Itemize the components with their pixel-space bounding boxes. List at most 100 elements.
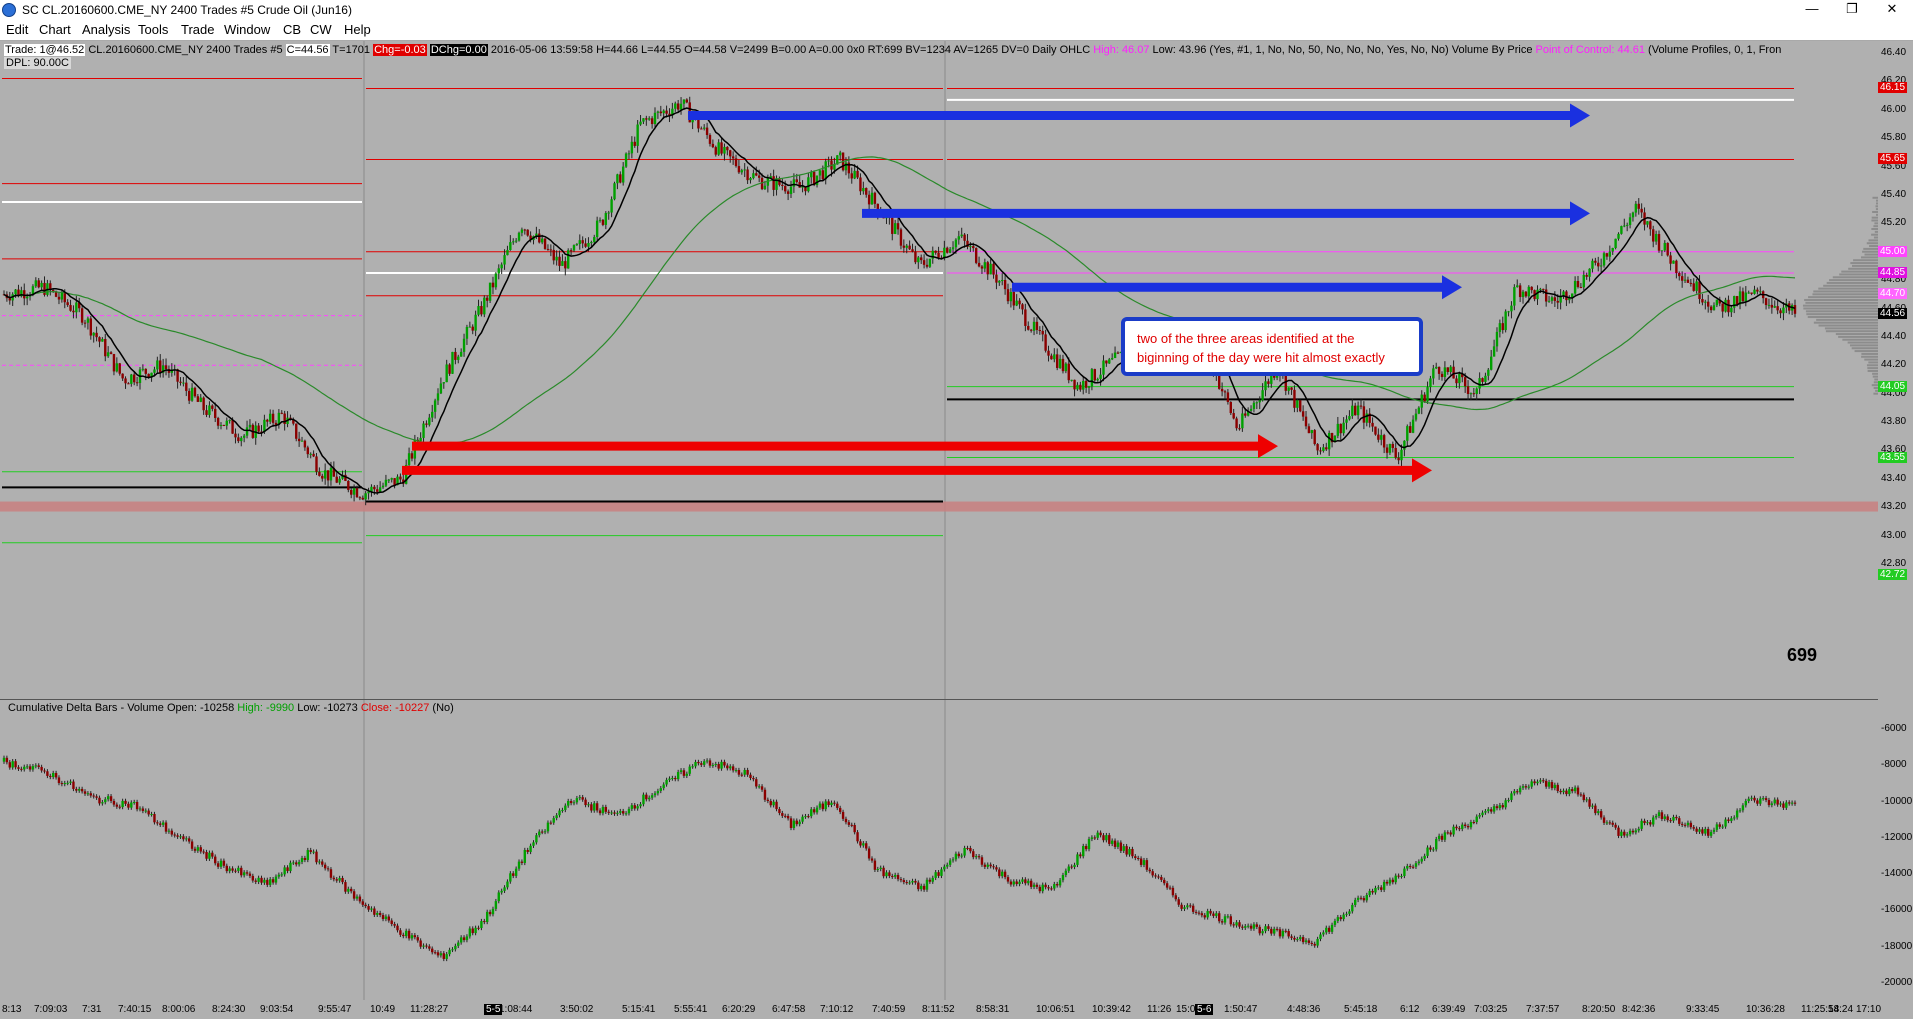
delta-bar-down: [708, 760, 712, 766]
delta-bar-down: [222, 860, 226, 866]
dchange-readout: DChg=0.00: [429, 44, 488, 56]
delta-bar-up: [465, 936, 469, 941]
minimize-button[interactable]: —: [1792, 0, 1832, 20]
delta-bar-up: [1330, 924, 1334, 932]
candle-down: [1455, 378, 1458, 384]
delta-bar-down: [1119, 842, 1123, 851]
delta-bar-up: [627, 808, 631, 814]
candle-down: [121, 373, 124, 379]
delta-bar-down: [726, 765, 729, 769]
candle-up: [338, 478, 341, 483]
candle-up: [616, 174, 619, 184]
menu-tools[interactable]: Tools: [138, 22, 168, 37]
delta-bar-down: [1455, 826, 1458, 829]
delta-bar-down: [1767, 800, 1771, 806]
delta-bar-down: [1327, 927, 1331, 932]
candle-up: [917, 257, 920, 263]
delta-bar-down: [5, 757, 9, 763]
delta-bar-up: [289, 862, 292, 872]
delta-bar-down: [57, 777, 61, 784]
delta-bar-down: [1270, 928, 1273, 934]
candle-up: [1672, 260, 1675, 264]
delta-bar-up: [1299, 937, 1302, 940]
menu-analysis[interactable]: Analysis: [82, 22, 130, 37]
delta-bar-down: [286, 867, 289, 872]
candle-down: [633, 141, 636, 146]
delta-bar-down: [928, 879, 932, 882]
candle-up: [1351, 405, 1354, 417]
volume-profile-bar: [1861, 352, 1878, 355]
candle-up: [824, 161, 827, 180]
candle-down: [1293, 389, 1296, 408]
delta-bar-down: [781, 813, 784, 816]
target-arrow-upper: [688, 103, 1590, 128]
candle-up: [474, 314, 477, 331]
menu-chart[interactable]: Chart: [39, 22, 71, 37]
candle-up: [509, 242, 512, 251]
menu-cw[interactable]: CW: [310, 22, 332, 37]
candle-down: [1339, 423, 1342, 434]
delta-bar-up: [1591, 805, 1594, 807]
delta-bar-down: [1385, 881, 1389, 884]
candle-down: [159, 360, 162, 373]
candle-up: [1403, 440, 1406, 450]
time-axis[interactable]: 8:13 7:09:03 7:31 7:40:15 8:00:06 8:24:30 9:03…: [0, 1000, 1881, 1019]
arrow-head: [1442, 275, 1462, 300]
delta-bar-up: [1770, 803, 1774, 806]
menu-window[interactable]: Window: [224, 22, 270, 37]
delta-bar-up: [946, 864, 949, 867]
delta-bar-up: [355, 896, 359, 899]
delta-bar-up: [263, 879, 266, 883]
candle-down: [934, 250, 937, 253]
delta-bar-up: [792, 820, 796, 828]
candle-down: [89, 318, 93, 336]
candle-up: [428, 417, 431, 425]
delta-bar-up: [185, 838, 188, 840]
menu-help[interactable]: Help: [344, 22, 371, 37]
candle-up: [607, 212, 610, 214]
delta-tick: -8000: [1881, 759, 1907, 771]
menu-edit[interactable]: Edit: [6, 22, 28, 37]
delta-bar-up: [1032, 884, 1036, 887]
volume-profile-bar: [1851, 347, 1878, 350]
price-chart-panel[interactable]: Trade: 1@46.52 CL.20160600.CME_NY 2400 T…: [0, 41, 1878, 699]
menu-trade[interactable]: Trade: [181, 22, 214, 37]
delta-bar-down: [309, 850, 312, 852]
candle-up: [1015, 300, 1018, 306]
candle-down: [1359, 405, 1363, 407]
close-button[interactable]: ✕: [1872, 0, 1912, 20]
volume-profile-bar: [1861, 355, 1878, 358]
candle-up: [948, 249, 952, 253]
delta-bar-down: [483, 921, 486, 923]
candle-up: [893, 223, 897, 234]
delta-bar-down: [361, 901, 364, 905]
menu-cb[interactable]: CB: [283, 22, 301, 37]
delta-bar-down: [153, 814, 156, 823]
volume-profile-bar: [1807, 316, 1878, 319]
candle-up: [1429, 378, 1432, 388]
delta-bar-up: [1110, 840, 1114, 844]
candle-down: [1027, 325, 1030, 330]
delta-bar-up: [1672, 816, 1675, 821]
delta-bar-up: [543, 831, 547, 833]
candle-down: [109, 352, 113, 355]
candle-up: [1646, 221, 1649, 225]
volume-profile-bar: [1862, 250, 1878, 253]
target-arrow-middle: [862, 201, 1590, 226]
delta-bar-up: [572, 802, 576, 804]
delta-bar-up: [934, 872, 937, 878]
candle-up: [1767, 304, 1771, 306]
volume-profile: [1802, 196, 1878, 395]
cumulative-delta-panel[interactable]: Cumulative Delta Bars - Volume Open: -10…: [0, 700, 1878, 1000]
delta-bar-up: [457, 942, 460, 946]
delta-bar-down: [341, 878, 344, 883]
price-chart[interactable]: [0, 41, 1878, 699]
session-date-marker: 5-5: [484, 1004, 503, 1015]
cumulative-delta-chart[interactable]: [0, 700, 1878, 1000]
delta-bar-up: [23, 766, 26, 770]
candle-up: [1432, 368, 1435, 379]
delta-bar-down: [1134, 856, 1137, 858]
maximize-button[interactable]: ❐: [1832, 0, 1872, 20]
delta-bar-up: [1096, 832, 1099, 838]
delta-bar-up: [653, 793, 657, 796]
